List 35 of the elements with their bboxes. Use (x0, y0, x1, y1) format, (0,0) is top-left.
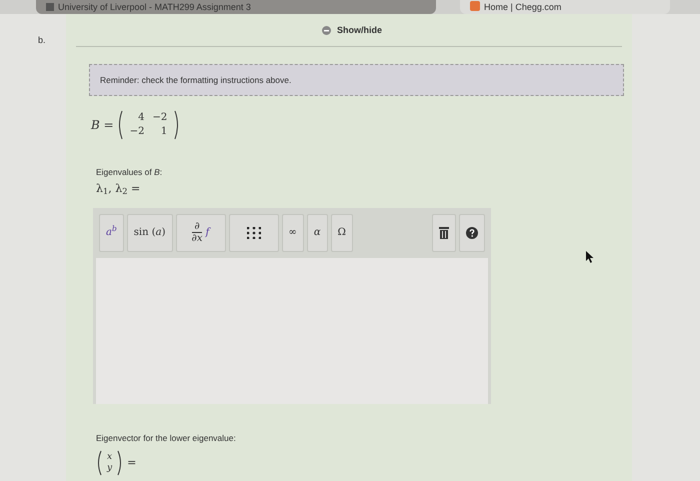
part-label: b. (38, 35, 46, 45)
tab-favicon-icon (46, 3, 54, 11)
left-bracket-icon (116, 110, 123, 140)
browser-tab[interactable]: University of Liverpool - MATH299 Assignment 3 (36, 0, 436, 14)
mouse-pointer-icon (586, 251, 594, 263)
symbol-button[interactable]: Ω (330, 214, 353, 252)
right-bracket-icon (117, 450, 124, 476)
vector-entry: x (106, 452, 114, 464)
collapse-toggle-icon[interactable] (322, 26, 331, 36)
function-button[interactable]: sin (a) (126, 214, 173, 252)
equals-sign: = (127, 455, 136, 471)
symbol-button[interactable]: α (306, 214, 328, 252)
matrix-name: B = (91, 117, 114, 134)
vector-entry: y (106, 463, 114, 474)
trash-icon (439, 226, 449, 238)
superscript-button[interactable]: a$^{b}$ (99, 214, 124, 252)
matrix-entry: −2 (151, 111, 168, 126)
question-prompt: Eigenvalues of B: (96, 166, 164, 179)
left-bracket-icon (96, 450, 102, 476)
delete-button[interactable] (432, 214, 456, 252)
dot-grid-icon (246, 226, 261, 238)
help-icon (466, 226, 478, 238)
help-button[interactable] (459, 214, 485, 252)
matrix-entry: 1 (160, 125, 168, 140)
symbol-button[interactable]: ∞ (282, 214, 304, 252)
reminder-note: Reminder: check the formatting instructions above. (89, 64, 624, 96)
tab-favicon-icon (470, 1, 480, 11)
matrix-entry: 4 (137, 111, 146, 126)
right-bracket-icon (174, 110, 180, 140)
matrix-entry: −2 (128, 125, 146, 140)
matrix-button[interactable] (228, 214, 279, 252)
browser-tab[interactable]: Home | Chegg.com (460, 0, 670, 14)
answer-label: λ$_{1}$, λ$_{2}$ = (96, 181, 142, 198)
question-prompt: Eigenvector for the lower eigenvalue: (96, 432, 237, 444)
show-hide-link[interactable]: Show/hide (337, 24, 382, 38)
